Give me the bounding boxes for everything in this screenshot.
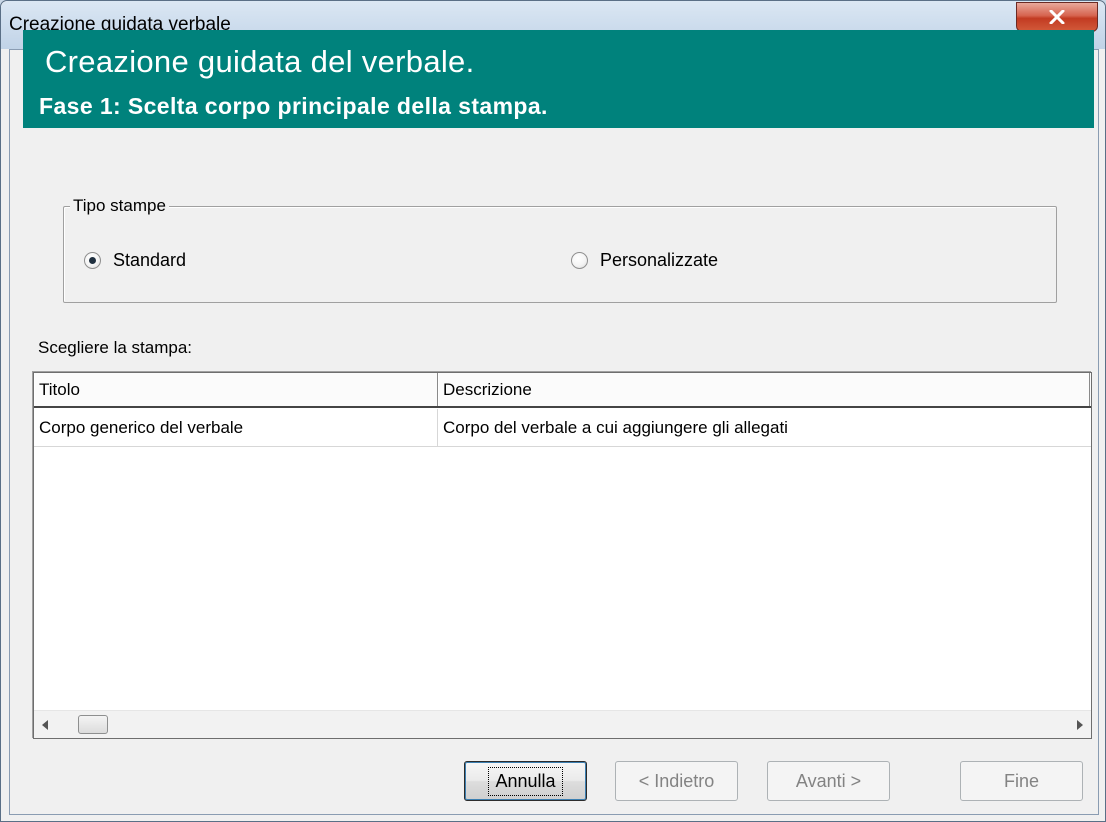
- banner-subtitle: Fase 1: Scelta corpo principale della st…: [39, 93, 548, 119]
- back-button[interactable]: < Indietro: [615, 761, 738, 801]
- radio-standard-indicator[interactable]: [84, 252, 101, 269]
- radio-standard[interactable]: Standard: [84, 250, 186, 271]
- scroll-right-arrow-icon[interactable]: [1073, 717, 1087, 733]
- close-button[interactable]: [1016, 2, 1098, 32]
- cancel-button[interactable]: Annulla: [464, 761, 587, 801]
- radio-personalizzate-indicator[interactable]: [571, 252, 588, 269]
- next-button[interactable]: Avanti >: [767, 761, 890, 801]
- horizontal-scrollbar[interactable]: [34, 710, 1091, 738]
- column-header-descrizione[interactable]: Descrizione: [438, 373, 1090, 406]
- cancel-button-label: Annulla: [488, 766, 563, 796]
- list-item-title: Corpo generico del verbale: [34, 409, 438, 446]
- radio-personalizzate[interactable]: Personalizzate: [571, 250, 718, 271]
- scroll-thumb[interactable]: [78, 715, 108, 734]
- list-header: Titolo Descrizione: [34, 373, 1091, 408]
- radio-standard-label: Standard: [113, 250, 187, 270]
- column-header-titolo[interactable]: Titolo: [34, 373, 438, 406]
- banner-title: Creazione guidata del verbale.: [45, 44, 475, 79]
- close-icon: [1049, 10, 1065, 24]
- list-item-description: Corpo del verbale a cui aggiungere gli a…: [443, 418, 788, 437]
- list-item[interactable]: Corpo generico del verbale Corpo del ver…: [34, 409, 1091, 447]
- choose-print-label: Scegliere la stampa:: [38, 338, 193, 357]
- finish-button[interactable]: Fine: [960, 761, 1083, 801]
- print-list[interactable]: Titolo Descrizione Corpo generico del ve…: [33, 372, 1092, 739]
- wizard-header-banner: Creazione guidata del verbale. Fase 1: S…: [23, 30, 1094, 128]
- scroll-left-arrow-icon[interactable]: [38, 717, 52, 733]
- print-type-legend: Tipo stampe: [70, 196, 169, 216]
- print-type-group: [63, 206, 1057, 303]
- radio-personalizzate-label: Personalizzate: [600, 250, 719, 270]
